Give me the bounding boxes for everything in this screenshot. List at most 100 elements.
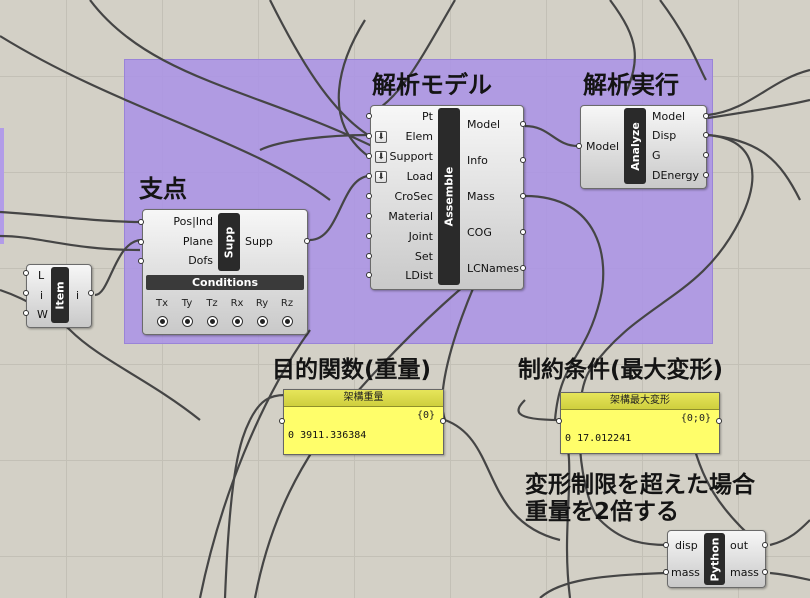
- dof-label-tx: Tx: [155, 298, 169, 309]
- python-grip-in-disp[interactable]: [663, 542, 669, 548]
- support-input-posind: Pos|Ind: [173, 215, 213, 228]
- assemble-output-model: Model: [467, 118, 501, 131]
- mass-panel-path: {0}: [416, 410, 435, 421]
- assemble-input-crosec: CroSec: [394, 190, 434, 203]
- dof-toggle-ry[interactable]: [257, 316, 268, 327]
- python-input-disp: disp: [675, 539, 698, 552]
- support-flatten-icon[interactable]: ⬇: [375, 151, 387, 163]
- assemble-grip-in-load[interactable]: [366, 173, 372, 179]
- item-grip-in-i[interactable]: [23, 290, 29, 296]
- mass-panel-value: 0 3911.336384: [288, 430, 367, 441]
- python-output-mass: mass: [730, 566, 759, 579]
- support-grip-in-dofs[interactable]: [138, 258, 144, 264]
- support-grip-out-supp[interactable]: [304, 238, 310, 244]
- python-grip-out-out[interactable]: [762, 542, 768, 548]
- support-nickname[interactable]: Supp: [218, 213, 240, 271]
- model-group-title: 解析モデル: [372, 71, 492, 99]
- assemble-input-ldist: LDist: [405, 269, 433, 282]
- dof-toggle-tz[interactable]: [207, 316, 218, 327]
- assemble-input-set: Set: [414, 250, 433, 263]
- item-input-i: i: [40, 289, 44, 302]
- dof-label-tz: Tz: [206, 298, 218, 309]
- disp-panel-grip-in[interactable]: [556, 418, 562, 424]
- python-grip-out-mass[interactable]: [762, 569, 768, 575]
- analyze-output-disp: Disp: [652, 129, 677, 142]
- analyze-component[interactable]: Model Analyze Model Disp G DEnergy: [580, 105, 707, 189]
- assemble-grip-in-support[interactable]: [366, 153, 372, 159]
- analyze-output-model: Model: [652, 110, 686, 123]
- disp-panel-value: 0 17.012241: [565, 433, 632, 444]
- dof-toggle-ty[interactable]: [182, 316, 193, 327]
- python-grip-in-mass[interactable]: [663, 569, 669, 575]
- assemble-grip-out-info[interactable]: [520, 157, 526, 163]
- assemble-nickname[interactable]: Assemble: [438, 108, 460, 285]
- assemble-grip-in-crosec[interactable]: [366, 193, 372, 199]
- item-grip-out-i[interactable]: [88, 290, 94, 296]
- support-grip-in-plane[interactable]: [138, 239, 144, 245]
- dof-toggle-rz[interactable]: [282, 316, 293, 327]
- load-flatten-icon[interactable]: ⬇: [375, 171, 387, 183]
- elem-flatten-icon[interactable]: ⬇: [375, 131, 387, 143]
- item-component[interactable]: L i W Item i: [26, 264, 92, 328]
- dof-label-ry: Ry: [255, 298, 269, 309]
- support-component[interactable]: Pos|Ind Plane Dofs Supp Supp Conditions …: [142, 209, 308, 335]
- dof-toggle-tx[interactable]: [157, 316, 168, 327]
- assemble-grip-in-set[interactable]: [366, 253, 372, 259]
- note-line-1: 変形制限を超えた場合: [525, 472, 755, 498]
- dof-label-rx: Rx: [230, 298, 244, 309]
- item-nickname[interactable]: Item: [51, 267, 69, 323]
- disp-panel-grip-out[interactable]: [716, 418, 722, 424]
- item-grip-in-L[interactable]: [23, 270, 29, 276]
- assemble-component[interactable]: Pt Elem Support Load CroSec Material Joi…: [370, 105, 524, 290]
- constraint-title: 制約条件(最大変形): [518, 357, 724, 383]
- note-line-2: 重量を2倍する: [525, 499, 680, 525]
- dof-label-rz: Rz: [280, 298, 294, 309]
- dof-toggle-rx[interactable]: [232, 316, 243, 327]
- assemble-grip-in-joint[interactable]: [366, 233, 372, 239]
- assemble-grip-in-material[interactable]: [366, 213, 372, 219]
- item-output-i: i: [76, 289, 80, 302]
- support-input-plane: Plane: [182, 235, 213, 248]
- assemble-grip-out-model[interactable]: [520, 121, 526, 127]
- assemble-grip-out-lcnames[interactable]: [520, 265, 526, 271]
- mass-panel[interactable]: 架構重量 {0} 0 3911.336384: [283, 389, 444, 455]
- mass-panel-grip-in[interactable]: [279, 418, 285, 424]
- disp-panel-header: 架構最大変形: [561, 393, 719, 410]
- analyze-nickname[interactable]: Analyze: [624, 108, 646, 184]
- analyze-grip-out-disp[interactable]: [703, 132, 709, 138]
- assemble-grip-out-cog[interactable]: [520, 229, 526, 235]
- python-component[interactable]: disp mass Python out mass: [667, 530, 766, 588]
- python-nickname[interactable]: Python: [704, 533, 725, 585]
- assemble-grip-in-pt[interactable]: [366, 113, 372, 119]
- assemble-grip-in-ldist[interactable]: [366, 272, 372, 278]
- support-input-dofs: Dofs: [188, 254, 213, 267]
- analyze-grip-out-g[interactable]: [703, 152, 709, 158]
- analyze-grip-out-denergy[interactable]: [703, 172, 709, 178]
- analyze-input-model: Model: [586, 140, 620, 153]
- analyze-grip-in-model[interactable]: [576, 143, 582, 149]
- analyze-output-denergy: DEnergy: [652, 169, 699, 182]
- assemble-grip-in-elem[interactable]: [366, 133, 372, 139]
- assemble-grip-out-mass[interactable]: [520, 193, 526, 199]
- assemble-output-info: Info: [467, 154, 488, 167]
- analyze-group-title: 解析実行: [583, 71, 679, 99]
- mass-panel-grip-out[interactable]: [440, 418, 446, 424]
- support-grip-in-posind[interactable]: [138, 219, 144, 225]
- assemble-input-pt: Pt: [422, 110, 433, 123]
- disp-panel[interactable]: 架構最大変形 {0;0} 0 17.012241: [560, 392, 720, 454]
- objective-title: 目的関数(重量): [272, 357, 432, 383]
- item-input-L: L: [38, 269, 45, 282]
- support-group-title: 支点: [139, 175, 187, 203]
- conditions-header: Conditions: [146, 275, 304, 290]
- assemble-output-cog: COG: [467, 226, 492, 239]
- python-input-mass: mass: [671, 566, 700, 579]
- assemble-output-lcnames: LCNames: [467, 262, 519, 275]
- disp-panel-path: {0;0}: [680, 413, 711, 424]
- item-input-W: W: [37, 308, 48, 321]
- analyze-output-g: G: [652, 149, 661, 162]
- python-output-out: out: [730, 539, 749, 552]
- analyze-grip-out-model[interactable]: [703, 113, 709, 119]
- mass-panel-header: 架構重量: [284, 390, 443, 407]
- item-grip-in-W[interactable]: [23, 310, 29, 316]
- assemble-input-joint: Joint: [408, 230, 433, 243]
